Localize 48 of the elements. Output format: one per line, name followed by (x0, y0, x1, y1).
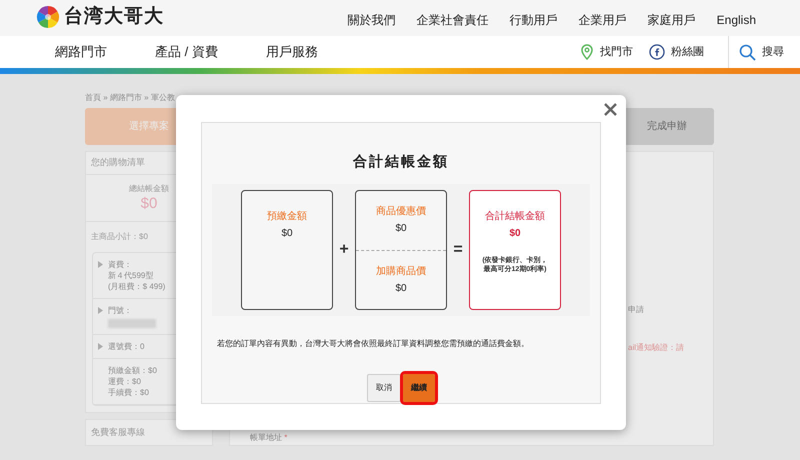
total-amount: $0 (140, 194, 158, 212)
operator-sign: = (453, 240, 463, 260)
amount-label: 預繳金額 (267, 210, 307, 224)
form-text: ail通知驗證：請 (628, 342, 684, 354)
breadcrumb: 首頁 » 網路門市 » 軍公教 (85, 92, 176, 104)
cart-line: 資費： (108, 258, 133, 270)
cart-line: 選號費：0 (108, 340, 144, 352)
continue-button[interactable]: 繼續 (403, 374, 435, 402)
triangle-icon[interactable] (98, 342, 103, 350)
operator-sign: + (339, 240, 349, 260)
amount-label: 商品優惠價 (376, 204, 426, 220)
cart-line: 門號： (108, 304, 133, 316)
utility-link[interactable]: 粉絲團 (649, 36, 720, 68)
utility-link[interactable]: 找門市 (580, 36, 649, 68)
triangle-icon[interactable] (98, 260, 103, 268)
form-text: 申請 (628, 304, 644, 316)
close-icon (604, 102, 616, 116)
form-label: 帳單地址 * (250, 432, 288, 444)
nav-link[interactable]: 網路門市 (55, 42, 107, 62)
top-link[interactable]: 家庭用戶 (648, 11, 696, 29)
facebook-icon (649, 44, 665, 60)
top-link[interactable]: English (716, 11, 756, 29)
search-icon (739, 44, 756, 60)
cart-line: 手續費：$0 (108, 386, 150, 398)
top-link[interactable]: 企業用戶 (578, 11, 627, 29)
top-link[interactable]: 關於我們 (348, 11, 396, 29)
triangle-icon[interactable] (98, 306, 103, 314)
top-link[interactable]: 行動用戶 (510, 11, 558, 29)
logo-text: 台湾大哥大 (64, 4, 164, 29)
amount-label: 加購商品價 (376, 264, 426, 279)
amount-value: $0 (509, 227, 521, 241)
top-link[interactable]: 企業社會責任 (416, 11, 489, 29)
notice-text: 若您的訂單內容有異動，台灣大哥大將會依照最終訂單資料調整您需預繳的通話費金額。 (217, 338, 529, 350)
cancel-button[interactable]: 取消 (367, 374, 401, 402)
map-pin-icon (580, 44, 594, 60)
logo-icon (36, 5, 60, 30)
nav-link[interactable]: 用戶服務 (266, 42, 318, 62)
cart-line: 新４代599型 (108, 270, 154, 280)
cart-line: (月租費：$ 499) (108, 280, 166, 292)
total-label: 總結帳金額 (128, 182, 170, 194)
cart-line: 預繳金額：$0 (108, 364, 157, 376)
modal-title: 合計結帳金額 (353, 152, 449, 171)
amount-value: $0 (281, 227, 293, 241)
amount-value: $0 (395, 282, 407, 296)
amount-value: $0 (395, 222, 407, 236)
cart-line: 運費：$0 (108, 376, 142, 386)
nav-link[interactable]: 產品 / 資費 (155, 42, 218, 62)
amount-label: 合計結帳金額 (485, 210, 545, 224)
